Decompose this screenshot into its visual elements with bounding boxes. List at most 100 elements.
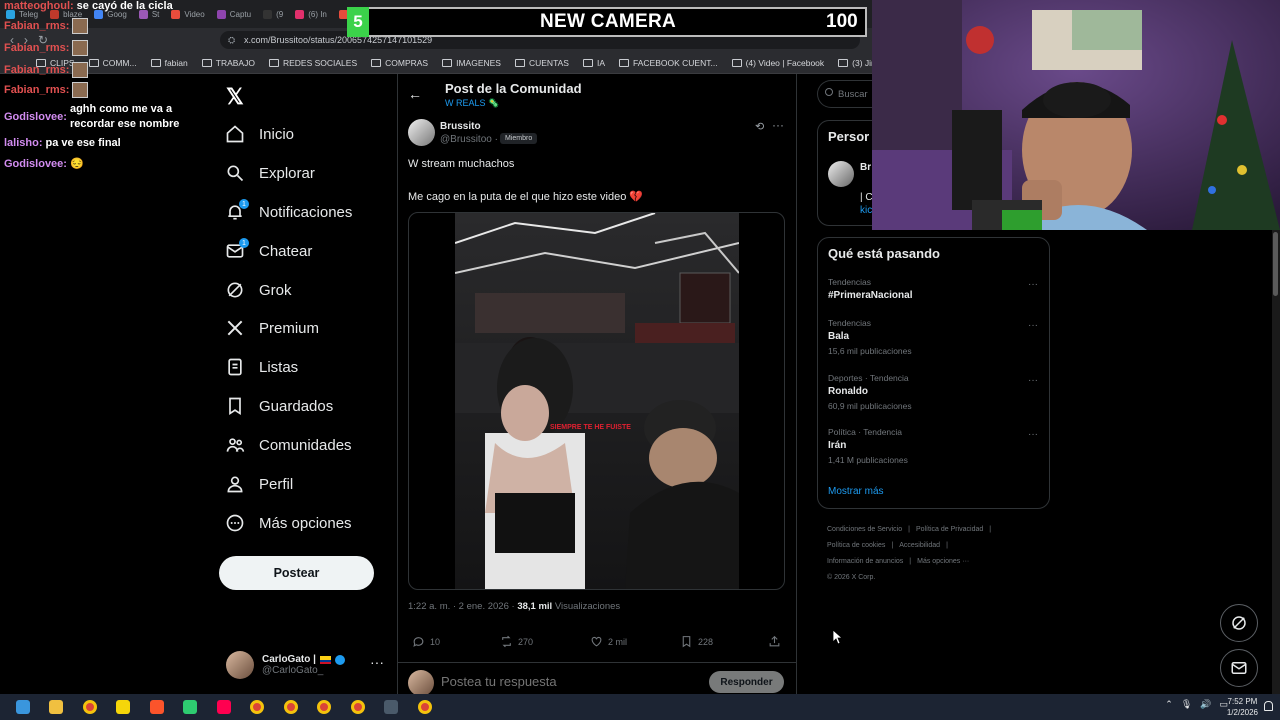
calculator-icon[interactable] [380,698,402,716]
avatar [226,651,254,679]
network-icon[interactable]: ▭ [1219,699,1228,710]
trend-more-icon[interactable]: ··· [1028,279,1038,290]
reply-input[interactable] [441,674,701,689]
sticky-notes-icon[interactable] [112,698,134,716]
community-link[interactable]: W REALS 🦠 [445,98,499,109]
bookmark-item[interactable]: COMPRAS [371,58,428,68]
taskbar-app-glyph [82,700,97,714]
system-clock[interactable]: 7:52 PM 1/2/2026 [1227,696,1258,718]
trend-name: Ronaldo [828,386,868,397]
notification-bell-icon[interactable] [1264,701,1273,711]
trend-item[interactable]: Política · Tendencia Irán 1,41 M publicaci… [828,427,1038,465]
trend-more-icon[interactable]: ··· [1028,375,1038,386]
browser-tab[interactable]: (6) In [289,0,333,28]
chat-text: aghh como me va a recordar ese nombre [69,103,180,130]
reply-action[interactable]: 10 [412,635,440,648]
browser-tab[interactable]: (9 [257,0,289,28]
bookmark-item[interactable]: CUENTAS [514,58,569,68]
verified-icon [334,654,345,665]
trend-item[interactable]: Deportes · Tendencia Ronaldo 60,9 mil publ… [828,373,1038,411]
sidebar-item-explorar[interactable]: Explorar [225,158,315,188]
sidebar-item-listas[interactable]: Listas [225,352,298,382]
bookmark-item[interactable]: FACEBOOK CUENT... [619,58,718,68]
show-more-link[interactable]: Mostrar más [828,486,884,497]
avatar [408,670,434,696]
chrome-icon[interactable] [347,698,369,716]
account-switcher[interactable]: CarloGato | @CarloGato_ [226,648,386,682]
taskbar-app-glyph [384,700,398,714]
chrome-icon[interactable] [280,698,302,716]
bookmark-item[interactable]: (4) Video | Facebook [731,58,824,68]
back-arrow-icon[interactable]: ← [408,86,422,102]
sidebar-item-perfil[interactable]: Perfil [225,469,293,499]
sidebar-item-chatear[interactable]: 1 Chatear [225,236,312,266]
author-avatar[interactable] [408,119,435,146]
chrome-icon[interactable] [79,698,101,716]
account-more-icon[interactable]: ··· [370,654,384,670]
brave-icon[interactable] [146,698,168,716]
sidebar-item-grok[interactable]: Grok [225,275,292,305]
footer-link[interactable]: Más opciones ··· [917,558,969,565]
author-name[interactable]: Brussito [440,121,481,132]
goal-count: 5 [347,7,369,37]
search-placeholder: Buscar [838,88,868,100]
trend-item[interactable]: Tendencias #PrimeraNacional ··· [828,277,1038,301]
sidebar-item-label: Premium [259,319,320,337]
tiktok-icon[interactable] [213,698,235,716]
scrollbar-thumb[interactable] [1273,232,1278,296]
footer-link[interactable]: Política de Privacidad [916,526,983,533]
sidebar-item-inicio[interactable]: Inicio [225,119,294,149]
chrome-icon[interactable] [246,698,268,716]
reply-button[interactable]: Responder [709,671,784,693]
volume-icon[interactable]: 🔊 [1200,699,1211,710]
grok-floating-button[interactable] [1220,604,1258,642]
suggested-user-name[interactable]: Br [860,162,871,173]
file-explorer-icon[interactable] [45,698,67,716]
chevron-up-icon[interactable]: ⌃ [1165,699,1173,710]
trend-more-icon[interactable]: ··· [1028,320,1038,331]
footer-link[interactable]: © 2026 X Corp. [827,574,875,581]
bookmark-action[interactable]: 228 [680,635,713,648]
post-button[interactable]: Postear [219,556,374,590]
repost-action[interactable]: 270 [500,635,533,648]
suggested-user-link[interactable]: kic [860,205,872,216]
trend-category: Tendencias [828,277,872,287]
post-more-icon[interactable]: ··· [772,118,784,132]
x-logo-icon[interactable]: 𝕏 [226,84,244,110]
bookmark-item[interactable]: IMAGENES [442,58,501,68]
footer-link[interactable]: Condiciones de Servicio [827,526,902,533]
sidebar-item-premium[interactable]: Premium [225,313,319,343]
avatar[interactable] [828,161,854,187]
sidebar-item-notificaciones[interactable]: 1 Notificaciones [225,197,352,227]
trend-count: 1,41 M publicaciones [828,455,908,465]
grok-explain-icon[interactable]: ⟲ [755,120,764,133]
chrome-icon[interactable] [313,698,335,716]
footer-link[interactable]: Accesibilidad [899,542,940,549]
grok-icon [1232,616,1246,630]
search-input[interactable]: Buscar [817,80,877,108]
chrome-icon[interactable] [414,698,436,716]
chat-emote-icon [72,18,89,34]
windows-start-icon[interactable] [12,698,34,716]
like-action[interactable]: 2 mil [590,635,627,648]
microphone-icon[interactable]: 🎙 [1181,699,1192,710]
play-icon[interactable] [179,698,201,716]
sidebar-item-guardados[interactable]: Guardados [225,391,333,421]
footer-link[interactable]: Política de cookies [827,542,885,549]
bookmark-item[interactable]: (3) Jingle Pun [838,58,872,68]
share-action[interactable] [768,635,781,648]
footer-link[interactable]: Información de anuncios [827,558,903,565]
trend-item[interactable]: Tendencias Bala 15,6 mil publicaciones ··· [828,318,1038,356]
colombia-flag-icon [319,655,331,664]
post-video[interactable]: SIEMPRE TE HE FUISTE [455,213,739,589]
messages-floating-button[interactable] [1220,649,1258,687]
bookmark-item[interactable]: REDES SOCIALES [268,58,357,68]
site-info-icon[interactable]: ⛭ [228,35,235,46]
bookmark-item[interactable]: IA [582,58,605,68]
folder-icon [582,58,593,67]
sidebar-item-más-opciones[interactable]: Más opciones [225,508,352,538]
author-handle[interactable]: @Brussitoo · [440,134,498,145]
page-scrollbar[interactable] [1272,230,1280,694]
sidebar-item-comunidades[interactable]: Comunidades [225,430,352,460]
trend-more-icon[interactable]: ··· [1028,429,1038,440]
